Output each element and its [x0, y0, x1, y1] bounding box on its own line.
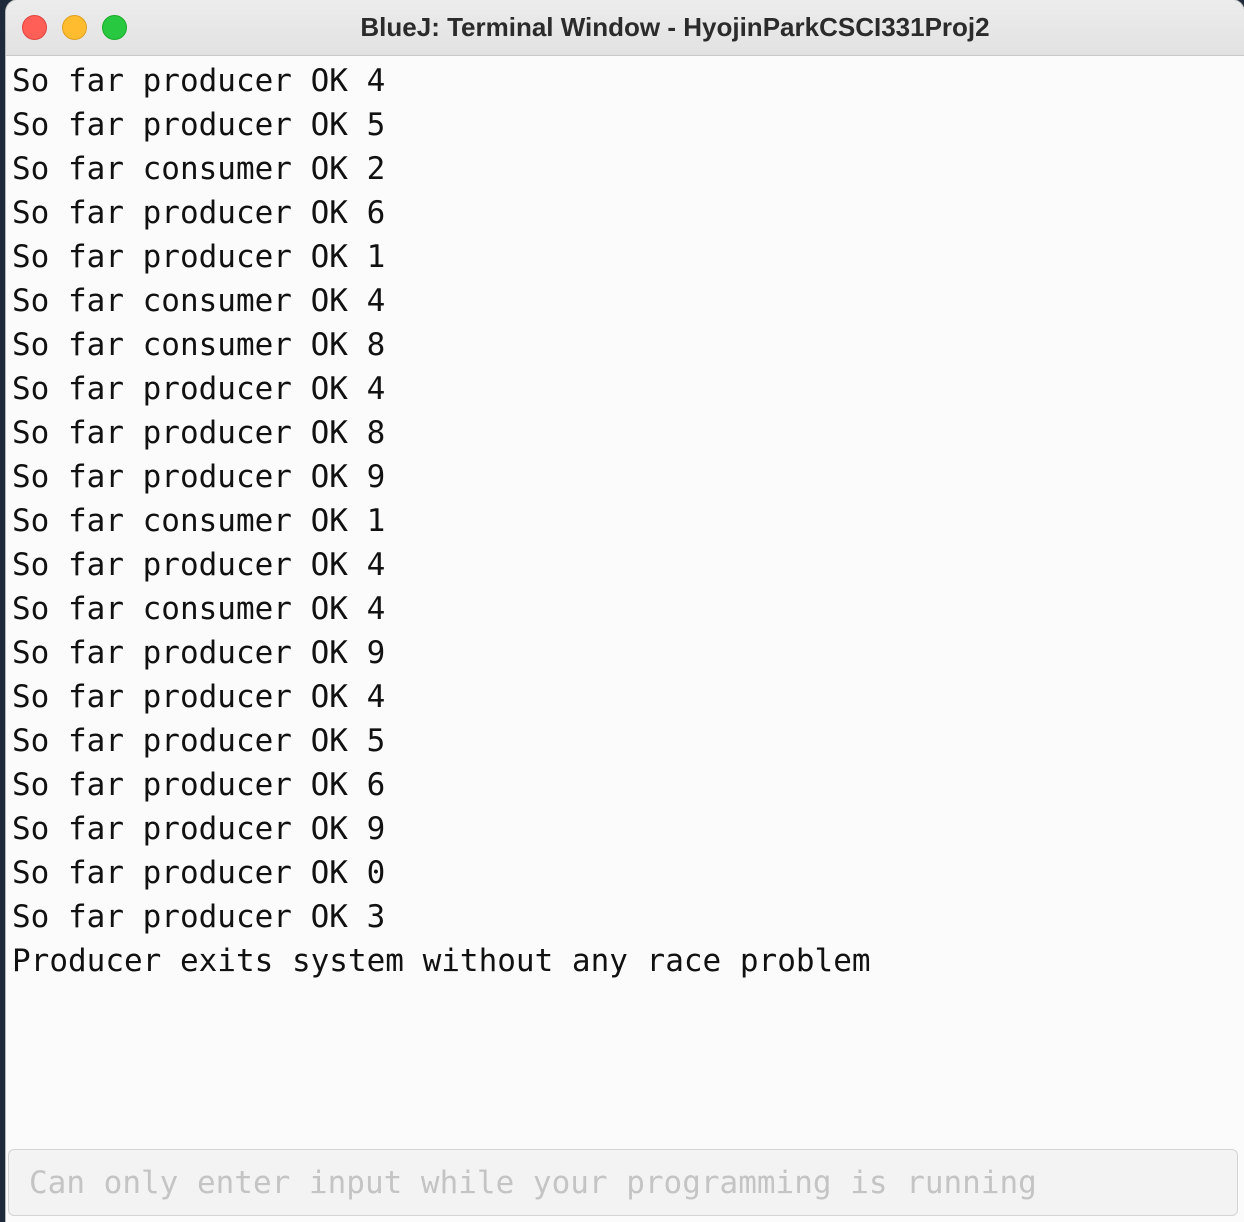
terminal-input-area	[8, 1149, 1238, 1216]
terminal-window: BlueJ: Terminal Window - HyojinParkCSCI3…	[6, 0, 1244, 1222]
output-line: So far producer OK 9	[12, 459, 386, 495]
output-line: So far producer OK 4	[12, 547, 386, 583]
output-line: So far consumer OK 4	[12, 283, 386, 319]
output-line: So far producer OK 5	[12, 723, 386, 759]
output-line: So far producer OK 1	[12, 239, 386, 275]
output-line: So far consumer OK 8	[12, 327, 386, 363]
output-line: So far producer OK 4	[12, 63, 386, 99]
output-line: So far producer OK 9	[12, 635, 386, 671]
title-bar[interactable]: BlueJ: Terminal Window - HyojinParkCSCI3…	[6, 0, 1244, 56]
output-line: So far producer OK 4	[12, 371, 386, 407]
output-line: So far producer OK 6	[12, 767, 386, 803]
output-line: So far producer OK 8	[12, 415, 386, 451]
window-title: BlueJ: Terminal Window - HyojinParkCSCI3…	[360, 12, 990, 42]
output-line: So far consumer OK 4	[12, 591, 386, 627]
output-line: So far producer OK 9	[12, 811, 386, 847]
output-line: So far producer OK 4	[12, 679, 386, 715]
output-line: So far producer OK 0	[12, 855, 386, 891]
output-line: So far producer OK 6	[12, 195, 386, 231]
output-line: So far producer OK 5	[12, 107, 386, 143]
output-line: So far producer OK 3	[12, 899, 386, 935]
terminal-output[interactable]: So far producer OK 4 So far producer OK …	[6, 59, 1244, 1144]
terminal-input[interactable]	[9, 1150, 1237, 1215]
output-line-exit-message: Producer exits system without any race p…	[12, 943, 871, 979]
output-line: So far consumer OK 1	[12, 503, 386, 539]
output-line: So far consumer OK 2	[12, 151, 386, 187]
